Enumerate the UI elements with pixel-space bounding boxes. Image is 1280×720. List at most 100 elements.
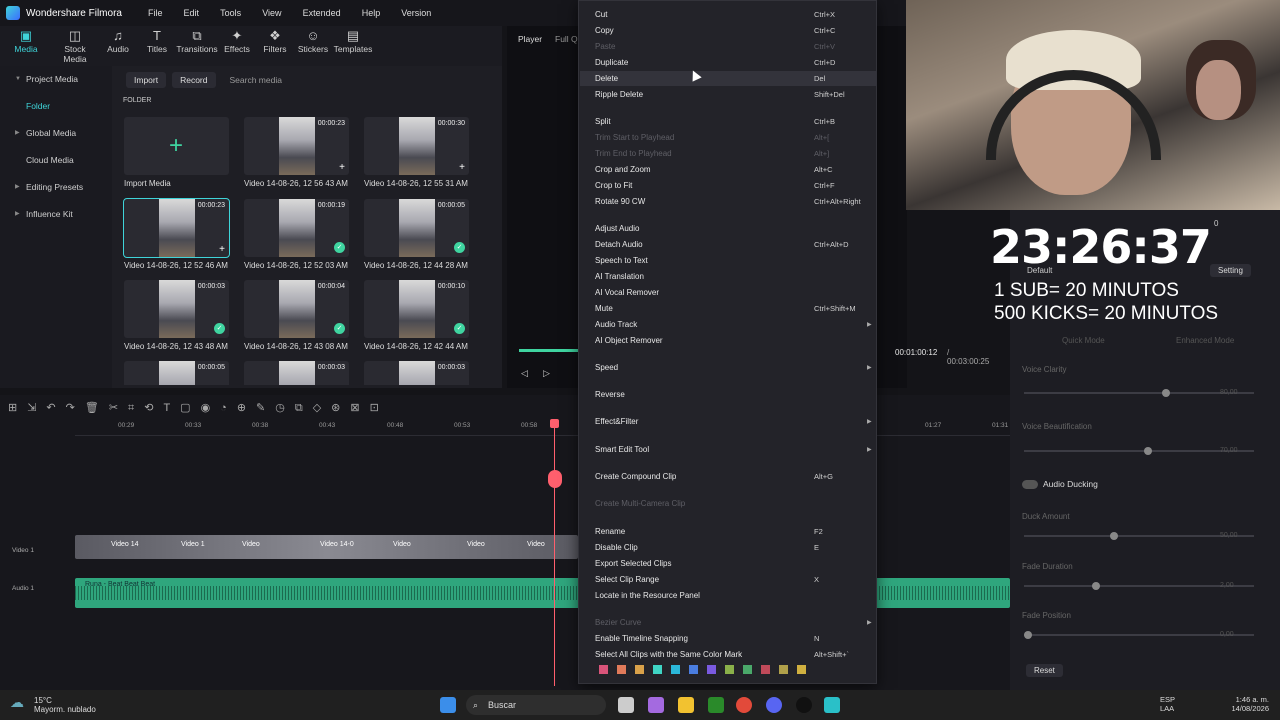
media-tile[interactable]: 00:00:05 ✓ Video 14-08-26, 12 44 28 AM (364, 199, 469, 270)
color-mark-swatch[interactable] (725, 665, 734, 674)
add-icon[interactable]: + (459, 162, 465, 173)
color-mark-swatch[interactable] (653, 665, 662, 674)
color-mark-swatch[interactable] (743, 665, 752, 674)
media-tile[interactable]: 00:00:23 + Video 14-08-26, 12 56 43 AM (244, 117, 349, 188)
import-media-tile[interactable]: + Import Media (124, 117, 229, 188)
quick-mode-button[interactable]: Quick Mode (1062, 336, 1105, 345)
menu-item[interactable]: Reverse (595, 389, 625, 401)
menu-item[interactable]: Speed (595, 362, 618, 374)
tab-stock-media[interactable]: ◫ Stock Media (52, 26, 98, 66)
scissors-icon[interactable] (548, 470, 562, 488)
menu-item[interactable]: Locate in the Resource Panel (595, 590, 700, 602)
voice-clarity-value[interactable]: 80,00 (1220, 389, 1238, 396)
media-tile[interactable]: 00:00:03 ✓ Video 14-08-26, 12 43 48 AM (124, 280, 229, 351)
color-mark-swatch[interactable] (635, 665, 644, 674)
color-mark-swatch[interactable] (671, 665, 680, 674)
filmora-taskbar-icon[interactable] (824, 697, 840, 713)
prev-frame-icon[interactable]: ◁ (521, 368, 528, 379)
menu-item[interactable]: Duplicate (595, 57, 628, 69)
tab-transitions[interactable]: ⧉ Transitions (176, 26, 218, 66)
color-mark-swatch[interactable] (761, 665, 770, 674)
fade-duration-value[interactable]: 2,00 (1220, 582, 1234, 589)
sidebar-item-project-media[interactable]: ▼ Project Media (0, 66, 112, 93)
menu-extended[interactable]: Extended (303, 8, 341, 18)
tab-effects[interactable]: ✦ Effects (218, 26, 256, 66)
sidebar-item-global-media[interactable]: ▶ Global Media (0, 120, 112, 147)
audio-ducking-toggle[interactable] (1022, 480, 1038, 489)
media-tile[interactable]: 00:00:23 + Video 14-08-26, 12 52 46 AM (123, 198, 230, 270)
menu-item[interactable]: Ripple Delete (595, 89, 643, 101)
menu-version[interactable]: Version (401, 8, 431, 18)
import-button[interactable]: Import (126, 72, 167, 88)
menu-item[interactable]: Crop to Fit (595, 180, 632, 192)
menu-help[interactable]: Help (362, 8, 381, 18)
playback-progress[interactable] (519, 349, 579, 352)
tab-player[interactable]: Player (518, 34, 542, 44)
language-indicator[interactable]: ESP LAA (1160, 695, 1175, 713)
color-mark-swatch[interactable] (707, 665, 716, 674)
media-tile[interactable]: 00:00:05 (124, 361, 229, 385)
menu-item[interactable]: Speech to Text (595, 255, 648, 267)
menu-view[interactable]: View (262, 8, 281, 18)
video-track[interactable]: Video 14 Video 1 Video Video 14-0 Video … (75, 535, 578, 559)
file-icon[interactable] (618, 697, 634, 713)
media-tile[interactable]: 00:00:19 ✓ Video 14-08-26, 12 52 03 AM (244, 199, 349, 270)
weather-widget[interactable]: ☁ 15°C Mayorm. nublado (10, 695, 96, 714)
menu-item[interactable]: Disable Clip (595, 542, 638, 554)
tab-titles[interactable]: T Titles (138, 26, 176, 66)
color-mark-swatch[interactable] (617, 665, 626, 674)
tab-media[interactable]: ▣ Media (0, 26, 52, 66)
tab-stickers[interactable]: ☺ Stickers (294, 26, 332, 66)
add-icon[interactable]: + (339, 162, 345, 173)
color-mark-swatch[interactable] (797, 665, 806, 674)
chrome-icon[interactable] (736, 697, 752, 713)
xbox-icon[interactable] (708, 697, 724, 713)
setting-button[interactable]: Setting (1210, 264, 1251, 277)
menu-item[interactable]: Smart Edit Tool (595, 444, 649, 456)
voice-beautification-value[interactable]: 70,00 (1220, 447, 1238, 454)
sidebar-item-influence-kit[interactable]: ▶ Influence Kit (0, 201, 112, 228)
menu-item[interactable]: Detach Audio (595, 239, 643, 251)
playhead[interactable] (554, 421, 555, 686)
menu-item[interactable]: Effect&Filter (595, 416, 638, 428)
menu-item[interactable]: Cut (595, 9, 607, 21)
media-tile[interactable]: 00:00:10 ✓ Video 14-08-26, 12 42 44 AM (364, 280, 469, 351)
fade-position-value[interactable]: 0,00 (1220, 631, 1234, 638)
record-button[interactable]: Record (172, 72, 216, 88)
obs-icon[interactable] (796, 697, 812, 713)
copilot-icon[interactable] (648, 697, 664, 713)
menu-item[interactable]: Audio Track (595, 319, 637, 331)
duck-amount-value[interactable]: 50,00 (1220, 532, 1238, 539)
media-tile[interactable]: 00:00:03 (244, 361, 349, 385)
enhanced-mode-button[interactable]: Enhanced Mode (1176, 336, 1234, 345)
media-tile[interactable]: 00:00:30 + Video 14-08-26, 12 55 31 AM (364, 117, 469, 188)
discord-icon[interactable] (766, 697, 782, 713)
menu-item[interactable]: Select All Clips with the Same Color Mar… (595, 649, 742, 661)
clock[interactable]: 1:46 a. m. 14/08/2026 (1224, 695, 1269, 713)
menu-item[interactable]: AI Translation (595, 271, 644, 283)
menu-item[interactable]: Mute (595, 303, 613, 315)
playhead-handle[interactable] (550, 419, 559, 428)
tab-filters[interactable]: ❖ Filters (256, 26, 294, 66)
color-mark-swatch[interactable] (779, 665, 788, 674)
reset-button[interactable]: Reset (1026, 664, 1063, 677)
menu-item[interactable]: Select Clip Range (595, 574, 659, 586)
add-icon[interactable]: + (219, 244, 225, 255)
menu-item[interactable]: Delete (595, 73, 618, 85)
menu-file[interactable]: File (148, 8, 163, 18)
menu-item[interactable]: AI Object Remover (595, 335, 663, 347)
menu-item[interactable]: Create Compound Clip (595, 471, 676, 483)
search-input[interactable]: Search media (230, 75, 282, 85)
color-mark-swatch[interactable] (689, 665, 698, 674)
media-tile[interactable]: 00:00:04 ✓ Video 14-08-26, 12 43 08 AM (244, 280, 349, 351)
sidebar-item-folder[interactable]: Folder (0, 93, 112, 120)
sidebar-item-cloud-media[interactable]: Cloud Media (0, 147, 112, 174)
menu-item[interactable]: Rotate 90 CW (595, 196, 645, 208)
menu-tools[interactable]: Tools (220, 8, 241, 18)
menu-item[interactable]: Crop and Zoom (595, 164, 651, 176)
windows-start-icon[interactable] (440, 697, 456, 713)
sidebar-item-editing-presets[interactable]: ▶ Editing Presets (0, 174, 112, 201)
menu-item[interactable]: Copy (595, 25, 614, 37)
media-tile[interactable]: 00:00:03 (364, 361, 469, 385)
menu-item[interactable]: Export Selected Clips (595, 558, 671, 570)
